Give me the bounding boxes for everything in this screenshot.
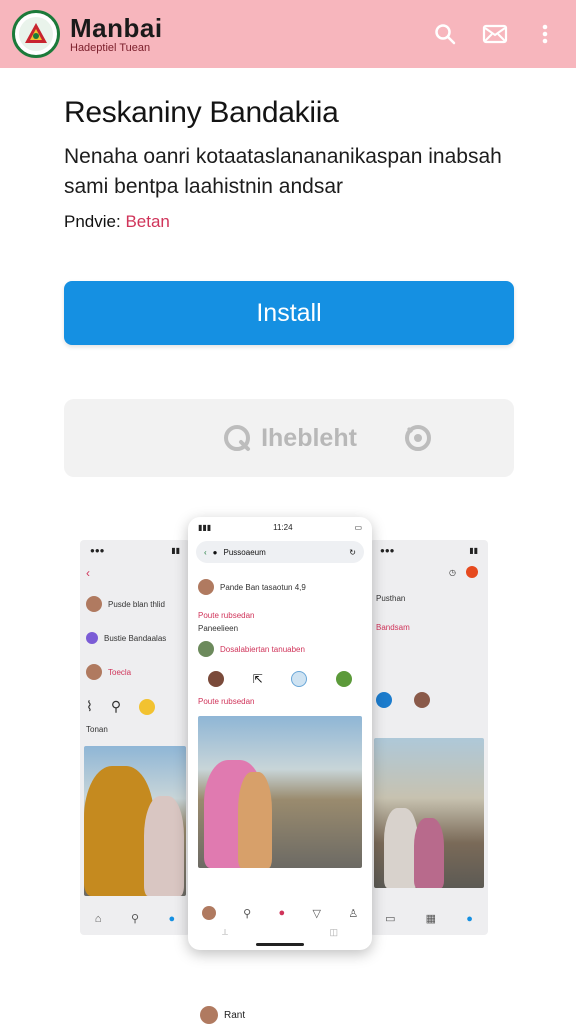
provider-label: Pndvie: <box>64 212 121 231</box>
avatar <box>414 692 430 708</box>
avatar <box>201 906 216 920</box>
footer-label: Rant <box>224 1009 246 1021</box>
home-indicator <box>256 943 304 946</box>
left-section-label: Tonan <box>86 725 108 734</box>
reload-icon[interactable]: ↻ <box>349 548 356 557</box>
screenshot-center[interactable]: ▮▮▮ 11:24 ▭ ‹ ● Pussoaeum ↻ Pande Ban ta… <box>188 517 372 950</box>
like-icon[interactable] <box>139 698 156 715</box>
share-icon[interactable]: ⌇ <box>86 698 93 715</box>
comment-icon[interactable] <box>291 671 308 687</box>
app-header: Manbai Hadeptiel Tuean <box>0 0 576 68</box>
more-vert-icon[interactable] <box>532 21 558 47</box>
screenshot-left[interactable]: ●●● ▮▮ ‹ Pusde blan thlid Bustie Bandaala… <box>80 540 190 935</box>
caption-line: Poute rubsedan <box>198 697 255 706</box>
post-title: Pande Ban tasaotun 4,9 <box>220 582 306 592</box>
install-button[interactable]: Install <box>64 281 514 345</box>
avatar <box>198 579 214 595</box>
left-row1-text: Pusde blan thlid <box>108 599 165 609</box>
search-icon[interactable]: ⚲ <box>111 698 121 715</box>
calendar-icon[interactable]: ▦ <box>426 912 436 925</box>
comment-author: Paneelieen <box>198 624 239 633</box>
secondary-button-label: Ihebleht <box>261 423 357 452</box>
badge-icon <box>86 632 98 644</box>
search-icon[interactable]: ⚲ <box>131 912 139 925</box>
logo-emblem-icon <box>25 23 47 43</box>
nav-active-icon[interactable]: ● <box>466 913 473 925</box>
search-badge-icon <box>224 425 251 451</box>
nav-right-icon[interactable]: ◫ <box>329 927 338 938</box>
avatar <box>208 671 225 687</box>
provider-line: Pndvie: Betan <box>64 212 170 232</box>
app-description: Nenaha oanri kotaataslanananikaspan inab… <box>64 145 502 198</box>
avatar <box>200 1006 218 1024</box>
right-row2-text: Bandsam <box>376 623 410 632</box>
clock-icon: ◷ <box>449 567 456 577</box>
right-row1-text: Pusthan <box>376 594 406 603</box>
profile-icon[interactable]: ♙ <box>348 907 358 920</box>
screenshot-right[interactable]: ●●● ▮▮ ◷ Pusthan Bandsam ▭ ▦ ● <box>370 540 488 935</box>
lock-icon: ● <box>212 547 218 557</box>
brand-subtitle: Hadeptiel Tuean <box>70 41 151 54</box>
nav-left-icon[interactable]: ⟂ <box>222 927 228 938</box>
nav-active-icon[interactable]: ● <box>169 913 176 925</box>
avatar <box>86 664 102 680</box>
search-icon[interactable] <box>432 21 458 47</box>
chat-icon[interactable] <box>376 692 392 708</box>
back-icon[interactable]: ‹ <box>86 566 90 580</box>
search-icon[interactable]: ⚲ <box>243 907 251 920</box>
brand-logo[interactable] <box>12 10 60 58</box>
comment-text: Dosalabiertan tanuaben <box>220 644 305 654</box>
target-icon <box>405 425 431 451</box>
brand-name: Manbai <box>70 12 163 43</box>
like-icon[interactable] <box>335 671 352 687</box>
back-icon[interactable]: ‹ <box>204 548 207 557</box>
post-meta: Poute rubsedan <box>198 611 255 620</box>
send-icon[interactable]: ▽ <box>313 907 321 920</box>
home-icon[interactable]: ⌂ <box>95 913 102 925</box>
chat-icon[interactable]: ▭ <box>385 912 395 925</box>
signal-icon: ▮▮▮ <box>198 522 212 532</box>
left-row3-text: Toecla <box>108 667 132 677</box>
secondary-button[interactable]: Ihebleht <box>64 399 514 477</box>
battery-icon: ▭ <box>354 522 362 532</box>
status-time: 11:24 <box>273 522 293 532</box>
url-text: Pussoaeum <box>223 547 266 557</box>
footer-row: Rant <box>200 1006 245 1024</box>
record-icon[interactable]: ● <box>279 907 286 919</box>
post-photo[interactable] <box>198 716 362 868</box>
avatar <box>86 596 102 612</box>
share-icon[interactable]: ⇱ <box>253 672 263 686</box>
left-row2-text: Bustie Bandaalas <box>104 633 167 643</box>
avatar <box>198 641 214 657</box>
avatar <box>466 566 478 578</box>
url-bar[interactable]: ‹ ● Pussoaeum ↻ <box>196 541 364 563</box>
provider-link[interactable]: Betan <box>125 212 169 231</box>
app-title: Reskaniny Bandakiia <box>64 96 339 129</box>
mail-icon[interactable] <box>482 21 508 47</box>
